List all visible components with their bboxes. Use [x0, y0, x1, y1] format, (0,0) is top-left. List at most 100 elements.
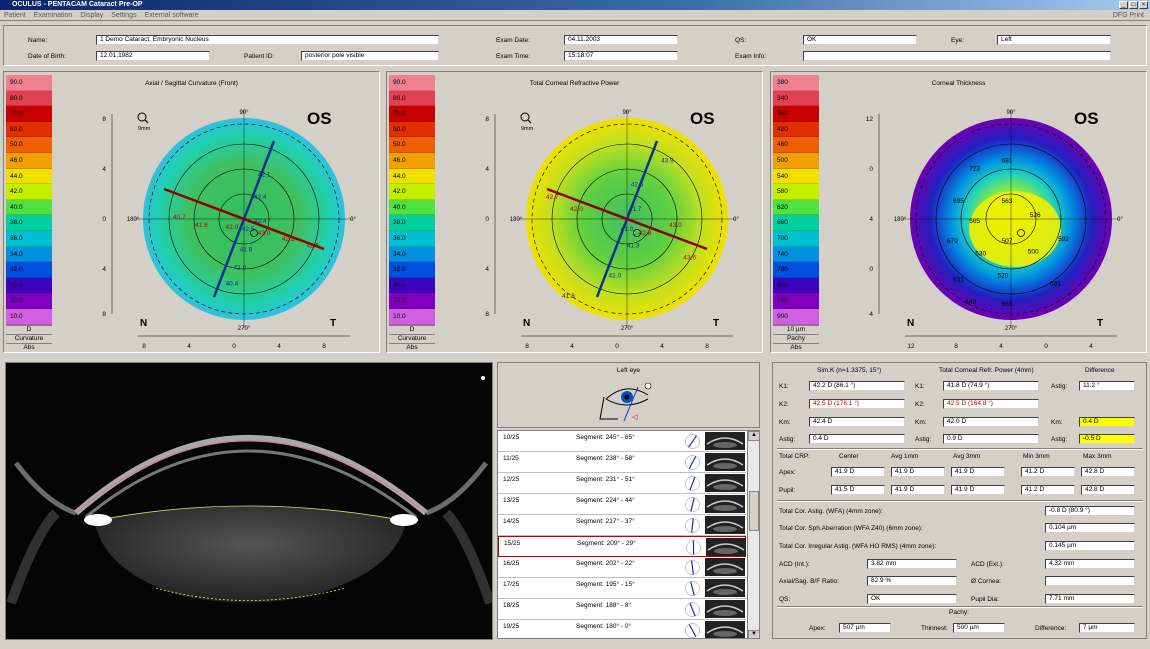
segment-row[interactable]: 16/25 Segment: 202° - 22° [498, 557, 746, 578]
scale-cell: 42.0 [389, 184, 435, 200]
scheimpflug-image[interactable] [5, 362, 495, 640]
acd-ext-value[interactable]: 4.32 mm [1045, 559, 1135, 569]
pachy-diff-value[interactable]: 7 µm [1079, 623, 1135, 633]
menu-settings[interactable]: Settings [107, 10, 140, 21]
dob-field[interactable]: 12.01.1982 [96, 51, 210, 61]
acd-int-value[interactable]: 3.82 mm [867, 559, 957, 569]
close-button[interactable]: × [1139, 1, 1148, 9]
segment-list[interactable]: 10/25 Segment: 245° - 65° 11/25 Segment: 23… [497, 430, 760, 639]
segment-row[interactable]: 17/25 Segment: 195° - 15° [498, 578, 746, 599]
exam-time-field[interactable]: 15:18:07 [564, 51, 678, 61]
menu-patient[interactable]: Patient [0, 10, 30, 21]
zoom-icon[interactable] [137, 112, 147, 122]
map-value-label: 42.1 [258, 172, 271, 179]
scale-cell: 50.0 [6, 137, 52, 153]
map-value-label: 41.7 [629, 206, 642, 213]
zoom-icon[interactable] [520, 112, 530, 122]
apex-avg3[interactable]: 41.9 D [951, 467, 1005, 477]
thinnest-value[interactable]: 500 µm [953, 623, 1005, 633]
scroll-up-button[interactable]: ▲ [748, 431, 759, 441]
qs-field[interactable]: OK [803, 35, 917, 45]
menu-external-software[interactable]: External software [141, 10, 203, 21]
map-panel-refractive-power[interactable]: Total Corneal Refractive Power 90.0 80.0 70… [386, 71, 763, 353]
segment-thumbnail [705, 579, 745, 597]
minimize-button[interactable]: _ [1119, 1, 1128, 9]
cornea-dia-value[interactable] [1045, 576, 1135, 586]
menu-display[interactable]: Display [76, 10, 107, 21]
tk1-label: K1: [915, 383, 925, 390]
diff-astig-value[interactable]: 11.2 ° [1079, 381, 1135, 391]
map-panel-corneal-thickness[interactable]: Corneal Thickness 380 340 380 420 460 500 540 58… [770, 71, 1147, 353]
map-value-label: 42.8 [282, 236, 295, 243]
x-tick-label: 8 [525, 343, 529, 350]
pupil-min3[interactable]: 41.2 D [1021, 485, 1075, 495]
pupil-max3[interactable]: 42.8 D [1081, 485, 1135, 495]
pupil-avg1[interactable]: 41.9 D [891, 485, 945, 495]
k2-value[interactable]: 42.5 D (176.1 °) [809, 399, 905, 409]
tcrp-header: Total Corneal Refr. Power (4mm) [939, 367, 1034, 374]
cornea-dia-label: Ø Cornea: [971, 578, 1001, 585]
segment-row[interactable]: 13/25 Segment: 224° - 44° [498, 494, 746, 515]
segment-row[interactable]: 19/25 Segment: 180° - 0° [498, 620, 746, 638]
map-value-label: 41.0 [609, 273, 622, 280]
diff-astig2-value[interactable]: -0.5 D [1079, 434, 1135, 444]
menu-right[interactable]: DFG Print [1113, 10, 1144, 21]
map-value-label: 41.3 [627, 242, 640, 249]
scroll-down-button[interactable]: ▼ [748, 630, 759, 638]
segment-scrollbar[interactable]: ▲ ▼ [747, 431, 759, 638]
maximize-button[interactable]: □ [1129, 1, 1138, 9]
pupil-dia-value[interactable]: 7.71 mm [1045, 594, 1135, 604]
segment-row[interactable]: 10/25 Segment: 245° - 65° [498, 431, 746, 452]
segment-row[interactable]: 18/25 Segment: 188° - 8° [498, 599, 746, 620]
scale-cell: 620 [773, 199, 819, 216]
name-field[interactable]: 1 Demo Cataract, Embryonic Nucleus [96, 35, 439, 45]
angle-label: 270° [1005, 326, 1018, 332]
corneal-map-svg: 723 681 695 563 565 526 679 507 500 592 530 520 631 6… [866, 110, 1123, 350]
tk1-value[interactable]: 41.8 D (74.9 °) [943, 381, 1039, 391]
scale-cell: 660 [773, 215, 819, 231]
astig-value[interactable]: 0.4 D [809, 434, 905, 444]
segment-angle-icon [685, 476, 700, 491]
pachy-apex-value[interactable]: 507 µm [839, 623, 891, 633]
apex-min3[interactable]: 41.2 D [1021, 467, 1075, 477]
scale-cell: 90.0 [389, 75, 435, 91]
zoom-label: 9mm [138, 126, 151, 132]
menu-examination[interactable]: Examination [30, 10, 77, 21]
pid-field[interactable]: posterior pole visible [301, 51, 439, 61]
apex-center[interactable]: 41.9 D [831, 467, 885, 477]
scale-cell: 460 [773, 137, 819, 153]
temporal-label: T [330, 318, 336, 329]
scale-cell: 44.0 [6, 168, 52, 185]
apex-avg1[interactable]: 41.9 D [891, 467, 945, 477]
pupil-center[interactable]: 41.5 D [831, 485, 885, 495]
tastig-value[interactable]: 0.9 D [943, 434, 1039, 444]
y-tick-label: 0 [869, 266, 873, 273]
qs-result-value[interactable]: OK [867, 594, 957, 604]
tsa-value[interactable]: 0.104 µm [1045, 523, 1135, 533]
segment-row[interactable]: 15/25 Segment: 209° - 29° [498, 536, 746, 557]
map-panel-axial-curvature[interactable]: Axial / Sagittal Curvature (Front) 90.0 80… [3, 71, 380, 353]
apex-max3[interactable]: 42.8 D [1081, 467, 1135, 477]
exam-date-field[interactable]: 04.11.2003 [564, 35, 678, 45]
segment-row[interactable]: 14/25 Segment: 217° - 37° [498, 515, 746, 536]
x-tick-label: 0 [232, 343, 236, 350]
scroll-thumb[interactable] [749, 491, 759, 531]
map-value-label: 563 [1002, 198, 1013, 205]
km-value[interactable]: 42.4 D [809, 417, 905, 427]
k1-value[interactable]: 42.2 D (86.1 °) [809, 381, 905, 391]
tk2-value[interactable]: 42.5 D (164.8 °) [943, 399, 1039, 409]
map-value-label: 42.0 [226, 224, 239, 231]
tkm-value[interactable]: 42.0 D [943, 417, 1039, 427]
tca-value[interactable]: -0.8 D (80.9 °) [1045, 506, 1135, 516]
pupil-avg3[interactable]: 41.9 D [951, 485, 1005, 495]
diff-km-value[interactable]: 0.4 D [1079, 417, 1135, 427]
eye-field[interactable]: Left [997, 35, 1111, 45]
tia-value[interactable]: 0.145 µm [1045, 541, 1135, 551]
title-bar: OCULUS - PENTACAM Cataract Pre-OP [0, 0, 1150, 10]
segment-row[interactable]: 12/25 Segment: 231° - 51° [498, 473, 746, 494]
pupil-dia-label: Pupil Dia: [971, 596, 999, 603]
exam-info-field[interactable] [803, 51, 1111, 61]
segment-row[interactable]: 11/25 Segment: 238° - 58° [498, 452, 746, 473]
ratio-value[interactable]: 82.9 % [867, 576, 957, 586]
angle-label: 270° [621, 326, 634, 332]
